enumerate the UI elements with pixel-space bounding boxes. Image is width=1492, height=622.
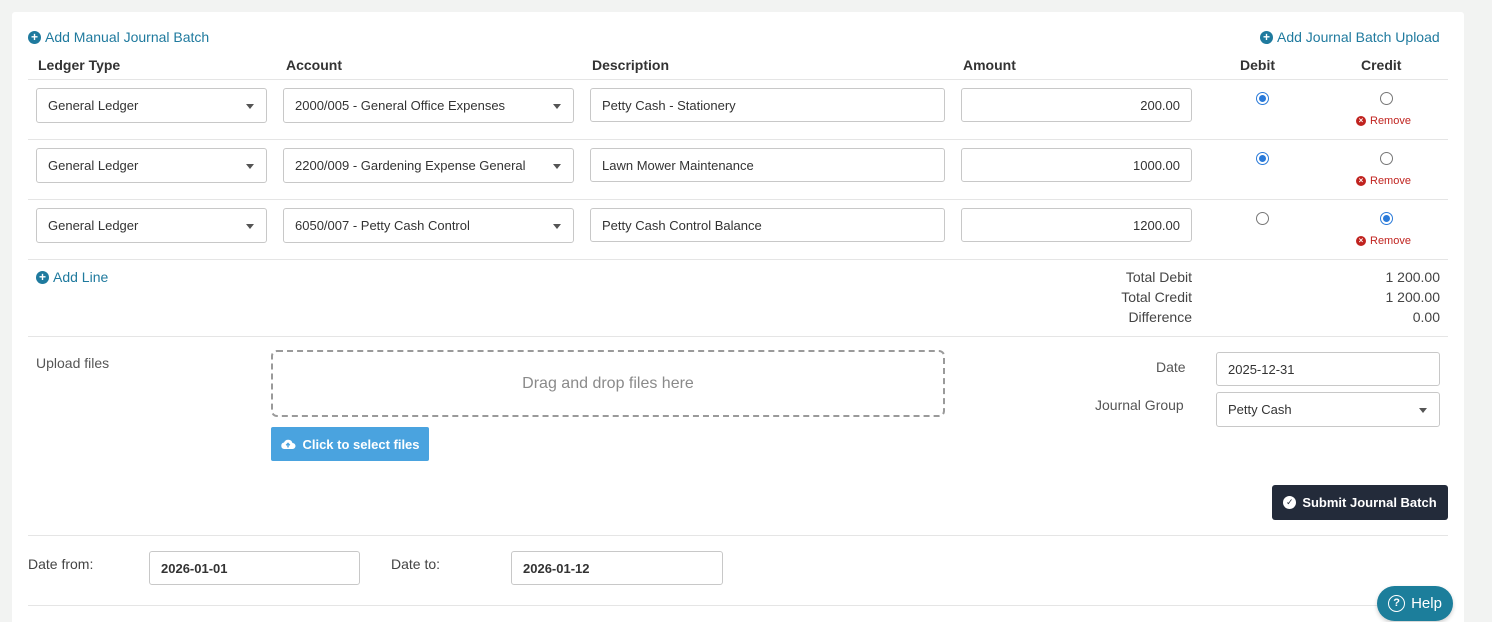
ledger-type-select[interactable]: General Ledger (36, 88, 267, 123)
amount-input[interactable]: 1000.00 (961, 148, 1192, 182)
question-circle-icon: ? (1388, 595, 1406, 612)
help-button[interactable]: ? Help (1377, 586, 1453, 621)
add-manual-journal-batch-link[interactable]: + Add Manual Journal Batch (28, 29, 209, 45)
remove-line-button[interactable]: × Remove (1356, 175, 1411, 187)
description-value: Petty Cash Control Balance (602, 217, 762, 233)
check-circle-icon: ✓ (1283, 496, 1297, 509)
header-debit: Debit (1240, 57, 1275, 73)
caret-down-icon (553, 103, 561, 109)
difference-label: Difference (1128, 309, 1192, 325)
account-select[interactable]: 2200/009 - Gardening Expense General (283, 148, 574, 183)
amount-value: 200.00 (1140, 97, 1180, 113)
amount-input[interactable]: 1200.00 (961, 208, 1192, 242)
date-to-value: 2026-01-12 (523, 560, 590, 576)
caret-down-icon (553, 223, 561, 229)
description-value: Lawn Mower Maintenance (602, 157, 754, 173)
add-line-link[interactable]: + Add Line (36, 269, 108, 285)
divider (28, 259, 1448, 260)
caret-down-icon (553, 163, 561, 169)
remove-line-button[interactable]: × Remove (1356, 235, 1411, 247)
caret-down-icon (246, 163, 254, 169)
date-input[interactable]: 2025-12-31 (1216, 352, 1440, 386)
help-label: Help (1411, 595, 1442, 612)
header-description: Description (592, 57, 670, 73)
caret-down-icon (1419, 407, 1427, 413)
ledger-type-value: General Ledger (48, 98, 139, 113)
date-from-value: 2026-01-01 (161, 560, 228, 576)
date-label: Date (1156, 359, 1186, 375)
difference-value: 0.00 (1412, 309, 1440, 325)
dropzone-text: Drag and drop files here (522, 374, 694, 392)
remove-label: Remove (1370, 175, 1411, 187)
date-from-label: Date from: (28, 556, 94, 572)
date-from-input[interactable]: 2026-01-01 (149, 551, 360, 585)
add-journal-batch-upload-link[interactable]: + Add Journal Batch Upload (1260, 29, 1440, 45)
divider (28, 535, 1448, 536)
journal-group-value: Petty Cash (1228, 402, 1292, 417)
account-select[interactable]: 6050/007 - Petty Cash Control (283, 208, 574, 243)
amount-value: 1200.00 (1133, 217, 1180, 233)
add-line-label: Add Line (53, 269, 109, 285)
submit-journal-batch-button[interactable]: ✓ Submit Journal Batch (1272, 485, 1448, 520)
total-debit-label: Total Debit (1125, 269, 1192, 285)
debit-radio[interactable] (1256, 152, 1269, 165)
date-to-input[interactable]: 2026-01-12 (511, 551, 723, 585)
amount-input[interactable]: 200.00 (961, 88, 1192, 122)
journal-group-label: Journal Group (1095, 397, 1184, 413)
remove-x-icon: × (1356, 116, 1366, 126)
date-to-label: Date to: (391, 556, 441, 572)
account-select[interactable]: 2000/005 - General Office Expenses (283, 88, 574, 123)
description-input[interactable]: Lawn Mower Maintenance (590, 148, 945, 182)
remove-line-button[interactable]: × Remove (1356, 115, 1411, 127)
caret-down-icon (246, 223, 254, 229)
header-amount: Amount (963, 57, 1016, 73)
amount-value: 1000.00 (1133, 157, 1180, 173)
debit-radio[interactable] (1256, 212, 1269, 225)
plus-circle-icon: + (28, 30, 41, 44)
cloud-upload-icon (281, 439, 296, 449)
upload-files-label: Upload files (36, 355, 110, 371)
description-input[interactable]: Petty Cash Control Balance (590, 208, 945, 242)
total-debit-value: 1 200.00 (1385, 269, 1441, 285)
divider (28, 139, 1448, 140)
ledger-type-select[interactable]: General Ledger (36, 208, 267, 243)
select-files-button[interactable]: Click to select files (271, 427, 429, 461)
add-manual-label: Add Manual Journal Batch (45, 29, 210, 45)
account-value: 2200/009 - Gardening Expense General (295, 158, 526, 173)
account-value: 6050/007 - Petty Cash Control (295, 218, 470, 233)
divider (28, 336, 1448, 337)
description-value: Petty Cash - Stationery (602, 97, 736, 113)
submit-label: Submit Journal Batch (1302, 495, 1437, 510)
ledger-type-value: General Ledger (48, 158, 139, 173)
divider (28, 605, 1448, 606)
credit-radio[interactable] (1380, 152, 1393, 165)
plus-circle-icon: + (36, 270, 49, 284)
credit-radio[interactable] (1380, 212, 1393, 225)
divider (28, 199, 1448, 200)
remove-label: Remove (1370, 235, 1411, 247)
debit-radio[interactable] (1256, 92, 1269, 105)
description-input[interactable]: Petty Cash - Stationery (590, 88, 945, 122)
remove-x-icon: × (1356, 236, 1366, 246)
total-credit-label: Total Credit (1121, 289, 1192, 305)
plus-circle-icon: + (1260, 30, 1273, 44)
caret-down-icon (246, 103, 254, 109)
divider (28, 79, 1448, 80)
credit-radio[interactable] (1380, 92, 1393, 105)
header-credit: Credit (1361, 57, 1402, 73)
account-value: 2000/005 - General Office Expenses (295, 98, 506, 113)
journal-group-select[interactable]: Petty Cash (1216, 392, 1440, 427)
header-ledger-type: Ledger Type (38, 57, 121, 73)
ledger-type-select[interactable]: General Ledger (36, 148, 267, 183)
add-upload-label: Add Journal Batch Upload (1277, 29, 1440, 45)
file-dropzone[interactable]: Drag and drop files here (271, 350, 945, 417)
ledger-type-value: General Ledger (48, 218, 139, 233)
remove-label: Remove (1370, 115, 1411, 127)
total-credit-value: 1 200.00 (1385, 289, 1441, 305)
remove-x-icon: × (1356, 176, 1366, 186)
header-account: Account (286, 57, 342, 73)
date-value: 2025-12-31 (1228, 361, 1295, 377)
select-files-label: Click to select files (302, 436, 420, 452)
